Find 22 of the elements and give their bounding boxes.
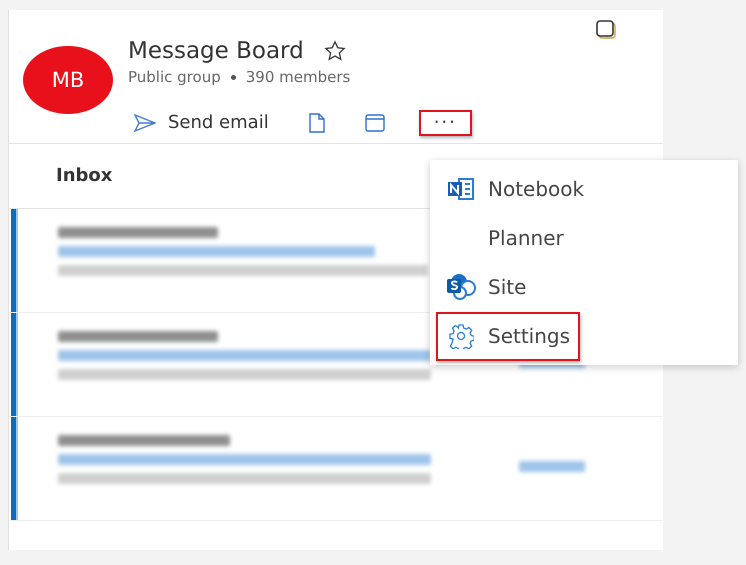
separator-dot [230, 74, 236, 80]
document-icon [308, 112, 325, 132]
window-icon[interactable] [595, 20, 617, 40]
menu-item[interactable]: Notebook [436, 164, 594, 214]
inbox-heading: Inbox [56, 165, 112, 186]
blurred-text [519, 461, 585, 472]
group-type: Public group [128, 68, 221, 86]
settings-icon [448, 323, 474, 350]
avatar: MB [23, 46, 113, 114]
group-title: Message Board [128, 38, 304, 64]
send-email-button[interactable]: Send email [128, 108, 275, 137]
notebook-icon [447, 176, 475, 201]
message-item[interactable] [9, 417, 663, 521]
star-icon[interactable] [324, 40, 346, 62]
menu-item[interactable]: Settings [436, 312, 580, 361]
send-icon [134, 114, 156, 132]
calendar-icon [364, 114, 385, 132]
more-button[interactable]: ··· [418, 110, 472, 136]
menu-item[interactable]: Site [436, 262, 536, 312]
member-count[interactable]: 390 members [246, 68, 350, 86]
site-icon [446, 273, 476, 302]
menu-item[interactable]: Planner [436, 213, 574, 262]
